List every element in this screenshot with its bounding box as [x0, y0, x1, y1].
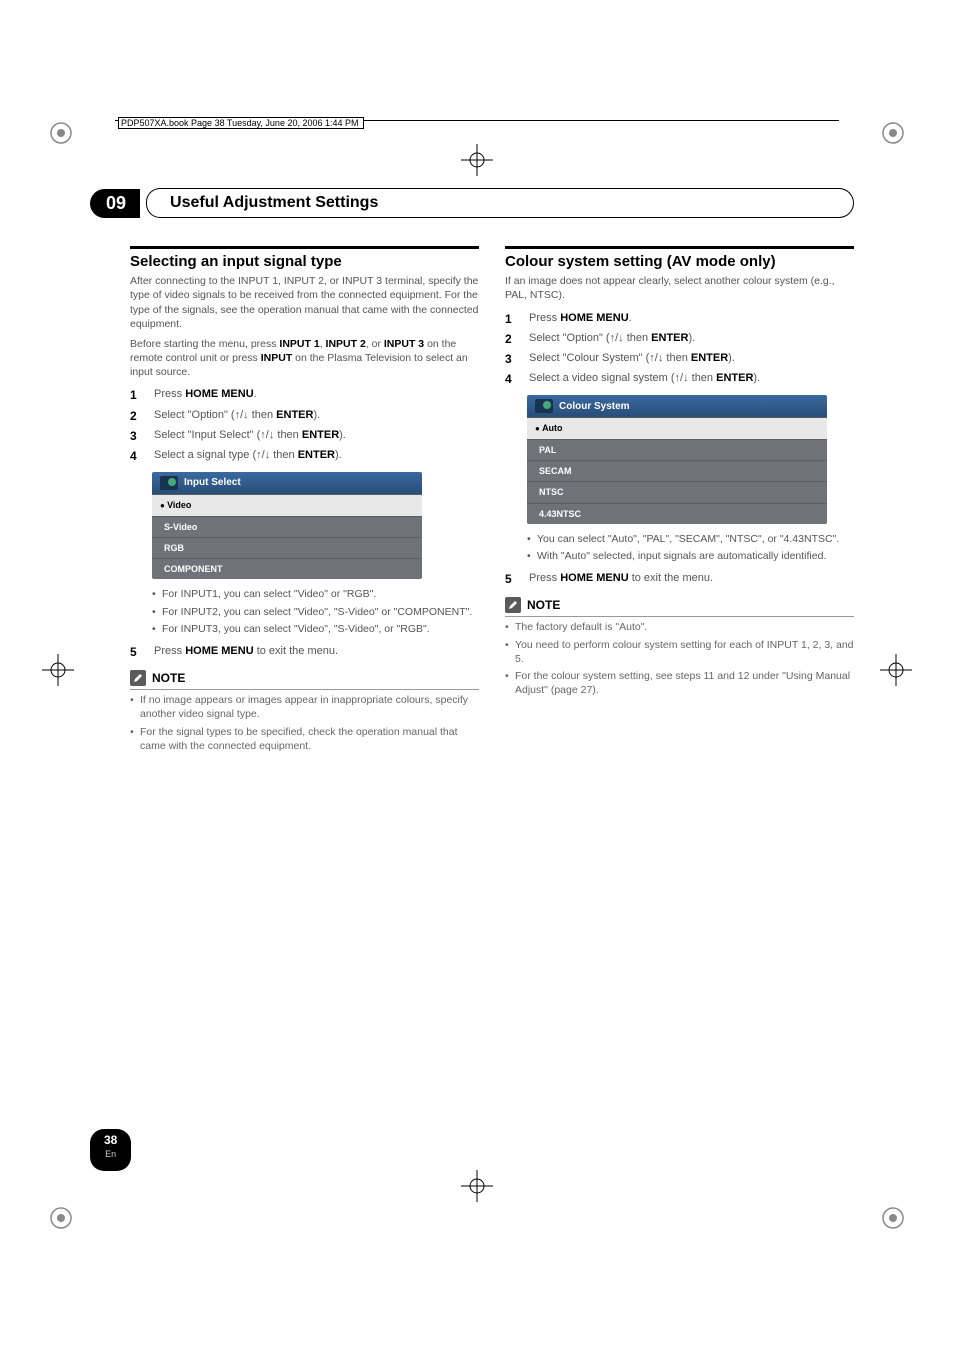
osd-row: NTSC	[527, 481, 827, 502]
note-label: NOTE	[527, 597, 560, 613]
registration-mark-icon	[40, 1197, 82, 1239]
note-header: NOTE	[505, 597, 854, 613]
osd-row: COMPONENT	[152, 558, 422, 579]
osd-title: Colour System	[559, 400, 630, 414]
osd-header: Input Select	[152, 472, 422, 494]
crosshair-icon	[876, 650, 916, 695]
step-text: Press HOME MENU.	[154, 387, 479, 403]
step-number: 5	[130, 644, 142, 660]
step-text: Select "Option" (↑/↓ then ENTER).	[154, 408, 479, 424]
page-number-badge: 38 En	[90, 1129, 131, 1171]
content-area: Selecting an input signal type After con…	[130, 246, 854, 756]
step-text: Select "Option" (↑/↓ then ENTER).	[529, 331, 854, 347]
crosshair-icon	[38, 650, 78, 695]
chapter-number-badge: 09	[90, 189, 140, 218]
osd-row: SECAM	[527, 460, 827, 481]
after-osd-list: For INPUT1, you can select "Video" or "R…	[152, 587, 479, 636]
osd-title: Input Select	[184, 476, 241, 490]
list-item: If no image appears or images appear in …	[130, 693, 479, 721]
step-text: Select a video signal system (↑/↓ then E…	[529, 371, 854, 387]
updown-arrow-icon: ↑/↓	[675, 372, 689, 384]
book-header-text: PDP507XA.book Page 38 Tuesday, June 20, …	[118, 117, 364, 129]
registration-mark-icon	[40, 112, 82, 154]
step-text: Select a signal type (↑/↓ then ENTER).	[154, 448, 479, 464]
registration-mark-icon	[872, 112, 914, 154]
crosshair-icon	[457, 1166, 497, 1211]
osd-row-selected: Video	[152, 494, 422, 516]
right-column: Colour system setting (AV mode only) If …	[505, 246, 854, 756]
list-item: You need to perform colour system settin…	[505, 638, 854, 666]
notes-list: The factory default is "Auto". You need …	[505, 620, 854, 697]
osd-row: 4.43NTSC	[527, 503, 827, 524]
step-number: 2	[505, 331, 517, 347]
pencil-icon	[505, 597, 521, 613]
updown-arrow-icon: ↑/↓	[235, 409, 249, 421]
osd-header: Colour System	[527, 395, 827, 417]
list-item: For INPUT1, you can select "Video" or "R…	[152, 587, 479, 601]
updown-arrow-icon: ↑/↓	[256, 449, 270, 461]
step-number: 1	[505, 311, 517, 327]
osd-icon	[535, 399, 553, 413]
osd-icon	[160, 476, 178, 490]
section-intro: If an image does not appear clearly, sel…	[505, 274, 854, 302]
step-number: 3	[505, 351, 517, 367]
step-text: Press HOME MENU to exit the menu.	[154, 644, 479, 660]
osd-row: PAL	[527, 439, 827, 460]
step-text: Select "Colour System" (↑/↓ then ENTER).	[529, 351, 854, 367]
list-item: For INPUT2, you can select "Video", "S-V…	[152, 605, 479, 619]
after-osd-list: You can select "Auto", "PAL", "SECAM", "…	[527, 532, 854, 563]
list-item: With "Auto" selected, input signals are …	[527, 549, 854, 563]
steps-list: 5 Press HOME MENU to exit the menu.	[130, 644, 479, 660]
list-item: For the signal types to be specified, ch…	[130, 725, 479, 753]
steps-list: 1 Press HOME MENU. 2 Select "Option" (↑/↓ …	[130, 387, 479, 464]
osd-menu: Colour System Auto PAL SECAM NTSC 4.43NT…	[527, 395, 827, 523]
steps-list: 5 Press HOME MENU to exit the menu.	[505, 571, 854, 587]
pre-step-note: Before starting the menu, press INPUT 1,…	[130, 337, 479, 380]
left-column: Selecting an input signal type After con…	[130, 246, 479, 756]
osd-row: RGB	[152, 537, 422, 558]
registration-mark-icon	[872, 1197, 914, 1239]
step-text: Select "Input Select" (↑/↓ then ENTER).	[154, 428, 479, 444]
step-number: 3	[130, 428, 142, 444]
page-language: En	[104, 1149, 117, 1159]
book-header: PDP507XA.book Page 38 Tuesday, June 20, …	[115, 120, 839, 121]
note-label: NOTE	[152, 670, 185, 686]
crosshair-icon	[457, 140, 497, 185]
note-header: NOTE	[130, 670, 479, 686]
section-heading: Selecting an input signal type	[130, 252, 479, 272]
osd-menu: Input Select Video S-Video RGB COMPONENT	[152, 472, 422, 579]
steps-list: 1 Press HOME MENU. 2 Select "Option" (↑/↓ …	[505, 311, 854, 388]
updown-arrow-icon: ↑/↓	[610, 332, 624, 344]
step-number: 4	[130, 448, 142, 464]
step-text: Press HOME MENU to exit the menu.	[529, 571, 854, 587]
step-number: 2	[130, 408, 142, 424]
osd-row: S-Video	[152, 516, 422, 537]
chapter-title: Useful Adjustment Settings	[160, 188, 388, 218]
list-item: For INPUT3, you can select "Video", "S-V…	[152, 622, 479, 636]
step-number: 5	[505, 571, 517, 587]
list-item: You can select "Auto", "PAL", "SECAM", "…	[527, 532, 854, 546]
section-intro: After connecting to the INPUT 1, INPUT 2…	[130, 274, 479, 331]
step-number: 4	[505, 371, 517, 387]
list-item: For the colour system setting, see steps…	[505, 669, 854, 697]
pencil-icon	[130, 670, 146, 686]
page-number: 38	[104, 1133, 117, 1147]
list-item: The factory default is "Auto".	[505, 620, 854, 634]
step-number: 1	[130, 387, 142, 403]
notes-list: If no image appears or images appear in …	[130, 693, 479, 753]
chapter-header: 09 Useful Adjustment Settings	[90, 188, 854, 218]
osd-row-selected: Auto	[527, 417, 827, 439]
section-heading: Colour system setting (AV mode only)	[505, 252, 854, 272]
step-text: Press HOME MENU.	[529, 311, 854, 327]
updown-arrow-icon: ↑/↓	[649, 352, 663, 364]
updown-arrow-icon: ↑/↓	[260, 429, 274, 441]
